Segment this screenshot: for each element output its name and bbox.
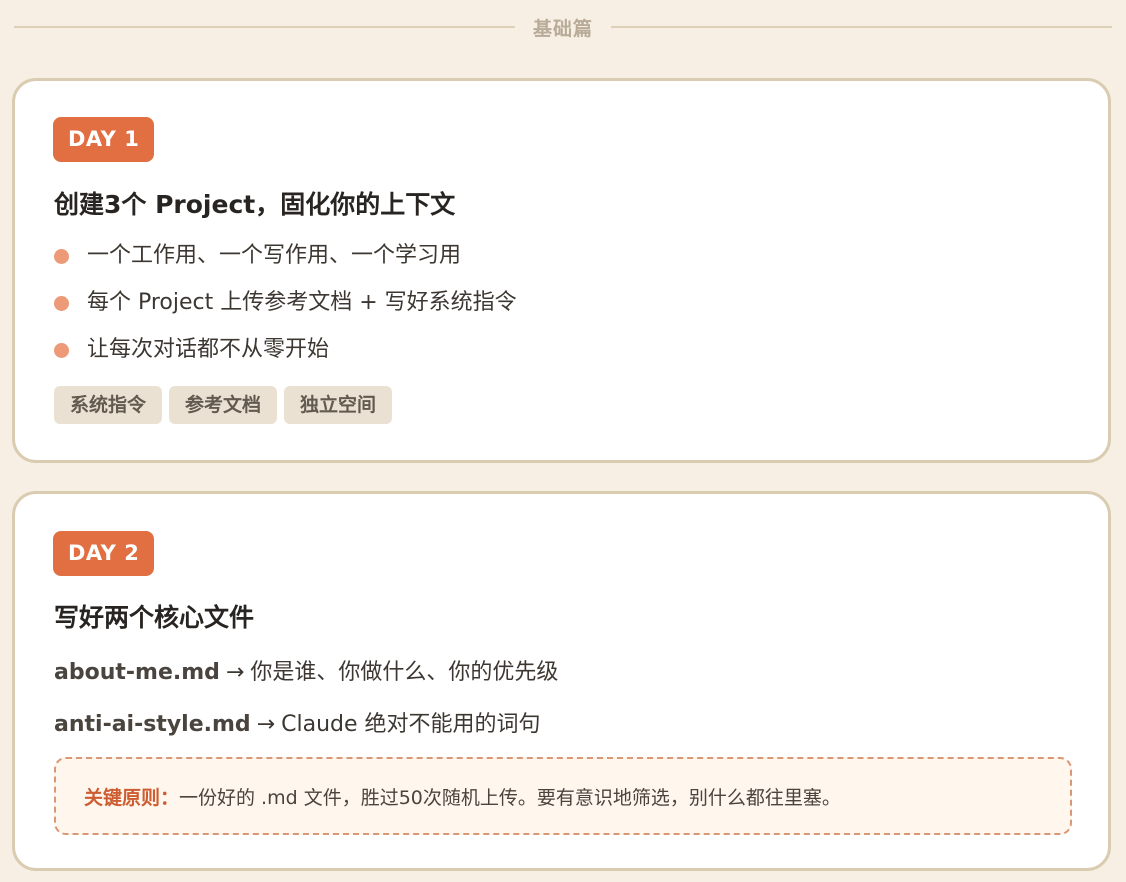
section-title: 基础篇 [533,17,594,40]
key-principle-note: 关键原则： 一份好的 .md 文件，胜过50次随机上传。要有意识地筛选，别什么都往… [54,757,1072,835]
day-1-badge: DAY 1 [53,117,155,162]
day-2-badge: DAY 2 [53,531,155,576]
divider-line-right [611,26,1113,28]
file-description: Claude 绝对不能用的词句 [281,712,541,737]
day-1-bullet-list: 一个工作用、一个写作用、一个学习用 每个 Project 上传参考文档 + 写好… [54,239,517,380]
note-text: 一份好的 .md 文件，胜过50次随机上传。要有意识地筛选，别什么都往里塞。 [179,786,841,809]
file-line-about-me: about-me.md → 你是谁、你做什么、你的优先级 [54,654,558,686]
arrow-right-icon: → [256,712,276,737]
bullet-item: 一个工作用、一个写作用、一个学习用 [54,239,517,286]
tag-reference-docs: 参考文档 [169,386,278,424]
file-line-anti-ai-style: anti-ai-style.md → Claude 绝对不能用的词句 [54,706,541,738]
bullet-item: 每个 Project 上传参考文档 + 写好系统指令 [54,286,517,333]
file-name: about-me.md [54,660,220,685]
day-1-tags: 系统指令 参考文档 独立空间 [54,386,393,424]
bullet-item: 让每次对话都不从零开始 [54,333,517,380]
bullet-dot-icon [54,249,69,264]
section-divider: 基础篇 [14,12,1113,42]
file-description: 你是谁、你做什么、你的优先级 [250,660,559,685]
bullet-text: 每个 Project 上传参考文档 + 写好系统指令 [87,290,517,315]
note-label: 关键原则： [84,786,180,809]
arrow-right-icon: → [225,660,245,685]
bullet-dot-icon [54,296,69,311]
day-2-title: 写好两个核心文件 [54,603,255,632]
tag-system-instructions: 系统指令 [54,386,163,424]
bullet-text: 让每次对话都不从零开始 [87,337,330,362]
file-name: anti-ai-style.md [54,712,251,737]
bullet-text: 一个工作用、一个写作用、一个学习用 [87,243,462,268]
day-1-title: 创建3个 Project，固化你的上下文 [54,190,456,219]
bullet-dot-icon [54,343,69,358]
divider-line-left [14,26,515,28]
day-2-card: DAY 2 写好两个核心文件 about-me.md → 你是谁、你做什么、你的优先… [12,491,1111,871]
day-1-card: DAY 1 创建3个 Project，固化你的上下文 一个工作用、一个写作用、一… [12,78,1111,463]
tag-independent-space: 独立空间 [284,386,393,424]
